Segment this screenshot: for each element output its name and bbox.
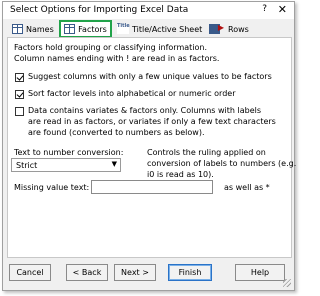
title-bar: Select Options for Importing Excel Data … [3, 2, 294, 19]
conversion-label: Text to number conversion: [14, 148, 124, 157]
text-to-number-value: Strict [16, 161, 38, 170]
tab-rows[interactable]: Rows [209, 22, 249, 36]
missing-value-label: Missing value text: [14, 183, 90, 192]
conversion-help-line2: conversion of labels to numbers (e.g. [147, 159, 297, 168]
conversion-help-line1: Controls the ruling applied on [147, 148, 266, 157]
tab-rows-label: Rows [228, 24, 249, 34]
missing-value-suffix: as well as * [224, 183, 270, 192]
intro-text-line2: Column names ending with ! are read in a… [14, 54, 220, 63]
variates-factors-only-checkbox[interactable] [15, 107, 24, 116]
back-button[interactable]: < Back [66, 264, 108, 281]
resize-grip[interactable] [283, 279, 291, 287]
variates-factors-label-line3: are found (converted to numbers as below… [28, 128, 205, 137]
factors-panel: Factors hold grouping or classifying inf… [7, 37, 296, 258]
import-options-dialog: Select Options for Importing Excel Data … [2, 1, 296, 291]
finish-button[interactable]: Finish [168, 264, 212, 281]
tab-title-active-sheet[interactable]: Title Title/Active Sheet [117, 22, 202, 36]
grid-icon [64, 24, 76, 34]
variates-factors-label-line1: Data contains variates & factors only. C… [28, 106, 262, 115]
missing-value-input[interactable] [91, 180, 213, 194]
tab-names[interactable]: Names [12, 22, 54, 36]
sort-levels-label: Sort factor levels into alphabetical or … [28, 89, 236, 98]
tab-factors[interactable]: Factors [59, 20, 112, 38]
text-to-number-select[interactable]: Strict ▼ [11, 158, 121, 172]
chevron-down-icon: ▼ [111, 160, 117, 168]
tab-factors-label: Factors [78, 24, 107, 34]
tab-title-label: Title/Active Sheet [132, 24, 203, 34]
help-button[interactable]: Help [235, 264, 285, 281]
grid-icon [12, 24, 23, 34]
conversion-help-line3: i0 is read as 10). [147, 170, 214, 179]
tab-names-label: Names [26, 24, 54, 34]
cancel-button[interactable]: Cancel [9, 264, 51, 281]
rows-icon [209, 23, 224, 34]
help-icon[interactable]: ? [262, 4, 267, 14]
sort-levels-checkbox[interactable] [15, 90, 24, 99]
intro-text-line1: Factors hold grouping or classifying inf… [14, 43, 208, 52]
suggest-factors-label: Suggest columns with only a few unique v… [28, 72, 272, 81]
suggest-factors-checkbox[interactable] [15, 73, 24, 82]
title-sheet-icon: Title [117, 24, 130, 34]
next-button[interactable]: Next > [114, 264, 156, 281]
variates-factors-label-line2: are read in as factors, or variates if o… [28, 117, 276, 126]
close-icon[interactable]: ✕ [278, 3, 287, 16]
window-title: Select Options for Importing Excel Data [10, 5, 189, 15]
